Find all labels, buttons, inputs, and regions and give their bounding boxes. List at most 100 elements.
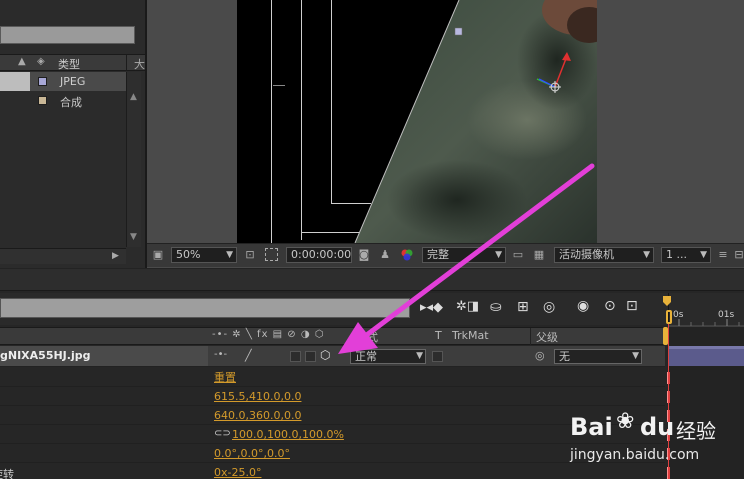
orientation-value[interactable]: 0.0°,0.0°,0.0° xyxy=(214,444,290,463)
project-item-row[interactable]: JPEG xyxy=(0,72,126,91)
property-row: 615.5,410.0,0.0 xyxy=(0,387,665,406)
column-trkmat-header[interactable]: TrkMat xyxy=(452,329,489,342)
constrain-proportions-icon[interactable]: ⊂⊃ xyxy=(214,428,231,439)
fast-preview-icon[interactable]: ▭ xyxy=(511,248,525,262)
quality-switch-icon[interactable]: ╱ xyxy=(245,349,252,362)
comp-mini-flowchart-icon[interactable]: ▸◂◆ xyxy=(420,300,443,315)
draft-3d-icon[interactable]: ✲◨ xyxy=(456,299,479,314)
frame-blending-icon[interactable]: ⊞ xyxy=(517,299,529,315)
watermark-brand-2: du xyxy=(640,413,675,441)
keyframe-marker[interactable] xyxy=(667,391,670,403)
transparency-grid-icon[interactable]: ▦ xyxy=(532,248,546,262)
watermark-url: jingyan.baidu.com xyxy=(570,447,700,463)
motion-blur-switch[interactable] xyxy=(290,351,301,362)
baidu-jingyan-watermark: Bai ❀ du 经验 jingyan.baidu.com xyxy=(570,409,744,479)
chevron-down-icon: ▼ xyxy=(643,250,650,260)
ruler-label-0s: 0s xyxy=(673,310,684,320)
project-item-name-selected xyxy=(0,72,30,91)
fit-region-icon[interactable]: ⊡ xyxy=(243,248,257,262)
timeline-search-input[interactable] xyxy=(0,298,410,318)
zoom-select[interactable]: 50% ▼ xyxy=(171,247,237,263)
chevron-down-icon: ▼ xyxy=(416,351,423,361)
brainstorm-icon[interactable]: ◉ xyxy=(577,298,589,314)
color-channels-icon[interactable] xyxy=(400,248,414,262)
show-snapshot-icon[interactable]: ♟ xyxy=(378,248,392,262)
panel-menu-icon[interactable]: ≡ xyxy=(716,248,730,262)
column-size-header[interactable]: 大 xyxy=(134,56,145,72)
camera-view-value: 活动摄像机 xyxy=(559,248,614,261)
rotation-label: 旋转 xyxy=(0,468,14,479)
column-parent-header[interactable]: 父级 xyxy=(536,329,558,345)
sort-ascending-icon[interactable]: ▲ xyxy=(18,56,26,67)
property-row: 0.0°,0.0°,0.0° xyxy=(0,444,665,463)
resolution-select[interactable]: 完整 ▼ xyxy=(422,247,506,263)
chevron-down-icon: ▼ xyxy=(226,250,233,260)
snapshot-camera-icon[interactable]: ◙ xyxy=(357,248,371,262)
property-row: 重置 xyxy=(0,368,665,387)
property-row: 旋转 0x-25.0° xyxy=(0,463,665,479)
chevron-down-icon: ▼ xyxy=(700,250,707,260)
keyframe-marker[interactable] xyxy=(667,372,670,384)
adjustment-layer-switch[interactable] xyxy=(305,351,316,362)
property-row: 640.0,360.0,0.0 xyxy=(0,406,665,425)
blend-mode-select[interactable]: 正常 ▼ xyxy=(350,349,426,364)
rotation-value[interactable]: 0x-25.0° xyxy=(214,463,261,479)
motion-blur-icon[interactable]: ◎ xyxy=(543,299,555,315)
work-area-bar-end[interactable] xyxy=(663,327,668,345)
label-color-swatch[interactable] xyxy=(38,77,47,86)
hide-shy-layers-icon[interactable]: ⛀ xyxy=(490,299,502,315)
parent-select[interactable]: 无 ▼ xyxy=(554,349,642,364)
anchor-point-value[interactable]: 615.5,410.0,0.0 xyxy=(214,387,301,406)
scale-value[interactable]: 100.0,100.0,100.0% xyxy=(232,425,344,444)
column-divider xyxy=(126,55,127,71)
auto-keyframe-icon[interactable]: ⊙ xyxy=(604,298,616,314)
toggle-views-icon[interactable]: ⊟ xyxy=(734,248,744,262)
view-layout-value: 1 ... xyxy=(666,248,687,261)
watermark-brand: Bai xyxy=(570,413,613,441)
view-layout-select[interactable]: 1 ... ▼ xyxy=(661,247,711,263)
project-column-header: ▲ ◈ 类型 大 xyxy=(0,54,145,71)
always-preview-icon[interactable]: ▣ xyxy=(151,248,165,262)
layer-row[interactable]: gNIXA55HJ.jpg -•- ╱ ⬡ 正常 ▼ ◎ 无 ▼ xyxy=(0,346,665,367)
timecode-value: 0:00:00:00 xyxy=(291,248,352,261)
pickwhip-icon[interactable]: ◎ xyxy=(535,349,545,362)
column-t-header[interactable]: T xyxy=(435,329,442,342)
current-time-field[interactable]: 0:00:00:00 xyxy=(286,247,352,263)
scroll-right-icon[interactable]: ▶ xyxy=(112,251,119,261)
scroll-down-icon[interactable]: ▼ xyxy=(130,232,137,242)
column-mode-header[interactable]: 模式 xyxy=(352,329,378,345)
column-type-header[interactable]: 类型 xyxy=(58,56,80,72)
preserve-transparency-checkbox[interactable] xyxy=(432,351,443,362)
watermark-cn: 经验 xyxy=(676,419,716,443)
chevron-down-icon: ▼ xyxy=(495,250,502,260)
3d-layer-cube-icon[interactable]: ⬡ xyxy=(320,348,330,362)
ruler-label-1s: 01s xyxy=(718,310,735,320)
blend-mode-value: 正常 xyxy=(355,350,377,363)
project-item-row[interactable]: 合成 xyxy=(0,91,126,110)
project-footer: ▶ xyxy=(0,248,126,264)
chevron-down-icon: ▼ xyxy=(632,351,639,361)
project-item-type: JPEG xyxy=(60,75,86,88)
current-time-indicator-head[interactable] xyxy=(666,310,672,324)
project-search-input[interactable] xyxy=(0,26,135,44)
parent-value: 无 xyxy=(559,350,570,363)
switches-icons: -•- ✲ ╲ fx ▤ ⊘ ◑ ⬡ xyxy=(212,329,325,340)
label-color-swatch[interactable] xyxy=(38,96,47,105)
paw-icon: ❀ xyxy=(616,409,635,434)
graph-editor-icon[interactable]: ⊡ xyxy=(626,298,638,314)
shy-switch-icon[interactable]: -•- xyxy=(214,349,227,360)
scroll-up-icon[interactable]: ▲ xyxy=(130,92,137,102)
composition-canvas[interactable] xyxy=(237,0,597,243)
zoom-value: 50% xyxy=(176,248,201,261)
region-of-interest-icon[interactable] xyxy=(265,248,278,261)
property-row: ⊂⊃ 100.0,100.0,100.0% xyxy=(0,425,665,444)
position-value[interactable]: 640.0,360.0,0.0 xyxy=(214,406,301,425)
project-scrollbar[interactable]: ▲ ▼ xyxy=(126,72,141,247)
label-tag-icon[interactable]: ◈ xyxy=(37,56,45,67)
timeline-column-header: -•- ✲ ╲ fx ▤ ⊘ ◑ ⬡ 模式 T TrkMat 父级 xyxy=(0,327,665,345)
canvas-content xyxy=(271,0,597,243)
column-divider xyxy=(530,328,531,345)
reset-link[interactable]: 重置 xyxy=(214,368,236,387)
layer-name[interactable]: gNIXA55HJ.jpg xyxy=(0,349,90,362)
camera-view-select[interactable]: 活动摄像机 ▼ xyxy=(554,247,654,263)
